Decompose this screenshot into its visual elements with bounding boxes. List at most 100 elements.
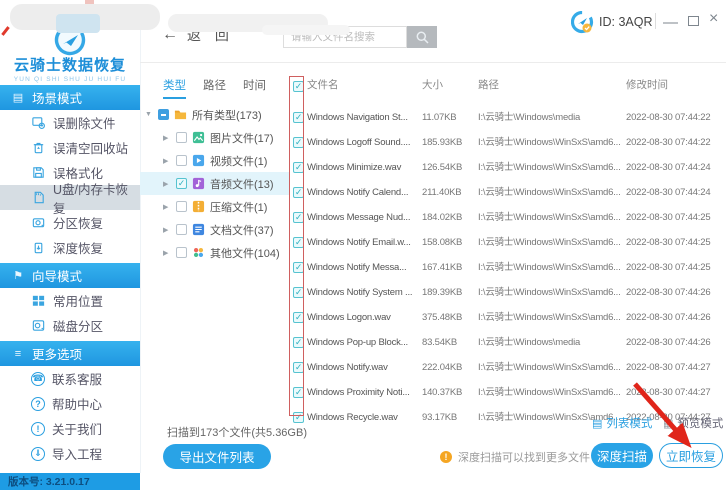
- sidebar-item-import-project[interactable]: ⇓导入工程: [0, 441, 140, 466]
- list-mode-icon: ▤: [592, 417, 602, 430]
- sidebar-item-disk-partitions[interactable]: 磁盘分区: [0, 313, 140, 338]
- tree-item[interactable]: ▶图片文件(17): [140, 126, 290, 149]
- file-mtime-cell: 2022-08-30 07:44:26: [626, 280, 726, 305]
- tree-checkbox[interactable]: [158, 109, 169, 120]
- import-icon: ⇓: [31, 447, 45, 461]
- recover-now-button[interactable]: 立即恢复: [659, 443, 723, 468]
- file-path-cell: I:\云骑士\Windows\WinSxS\amd6...: [478, 130, 620, 155]
- minimize-icon[interactable]: —: [663, 15, 678, 30]
- preview-mode-icon: ▦: [663, 417, 673, 430]
- row-checkbox[interactable]: ✓: [293, 287, 304, 298]
- deep-scan-button[interactable]: 深度扫描: [591, 443, 653, 468]
- table-row[interactable]: ✓Windows Notify Calend...211.40KBI:\云骑士\…: [288, 180, 726, 205]
- table-row[interactable]: ✓Windows Pop-up Block...83.54KBI:\云骑士\Wi…: [288, 330, 726, 355]
- sidebar-item-common-locations[interactable]: 常用位置: [0, 288, 140, 313]
- tree-checkbox[interactable]: [176, 201, 187, 212]
- sidebar-item-contact-support[interactable]: ☎联系客服: [0, 366, 140, 391]
- tree-item[interactable]: ▶视频文件(1): [140, 149, 290, 172]
- row-checkbox[interactable]: ✓: [293, 412, 304, 423]
- table-row[interactable]: ✓Windows Logon.wav375.48KBI:\云骑士\Windows…: [288, 305, 726, 330]
- file-path-cell: I:\云骑士\Windows\WinSxS\amd6...: [478, 280, 620, 305]
- sidebar-item-about-us[interactable]: !关于我们: [0, 416, 140, 441]
- row-checkbox[interactable]: ✓: [293, 212, 304, 223]
- file-size-cell: 140.37KB: [422, 380, 474, 405]
- row-checkbox[interactable]: ✓: [293, 112, 304, 123]
- row-checkbox[interactable]: ✓: [293, 387, 304, 398]
- chevron-right-icon[interactable]: ▶: [163, 157, 171, 165]
- chevron-right-icon[interactable]: ▶: [163, 226, 171, 234]
- sidebar-section-more-options: ≡更多选项: [0, 341, 140, 366]
- tree-checkbox[interactable]: [176, 247, 187, 258]
- format-disk-icon: [31, 165, 46, 180]
- tab-time[interactable]: 时间: [243, 77, 266, 99]
- tree-checkbox[interactable]: ✓: [176, 178, 187, 189]
- help-icon: ?: [31, 397, 45, 411]
- search-icon: [415, 30, 430, 45]
- export-file-list-button[interactable]: 导出文件列表: [163, 444, 271, 469]
- file-size-cell: 11.07KB: [422, 105, 474, 130]
- sidebar-item-usb-sdcard-recovery[interactable]: U盘/内存卡恢复: [0, 185, 140, 210]
- table-row[interactable]: ✓Windows Notify System ...189.39KBI:\云骑士…: [288, 280, 726, 305]
- file-mtime-cell: 2022-08-30 07:44:26: [626, 305, 726, 330]
- preview-mode-toggle[interactable]: ▦ 预览模式: [663, 415, 723, 431]
- row-checkbox[interactable]: ✓: [293, 312, 304, 323]
- tab-path[interactable]: 路径: [203, 77, 226, 99]
- file-size-cell: 184.02KB: [422, 205, 474, 230]
- file-path-cell: I:\云骑士\Windows\media: [478, 105, 620, 130]
- row-checkbox[interactable]: ✓: [293, 137, 304, 148]
- deep-scan-tip: ! 深度扫描可以找到更多文件: [440, 449, 590, 465]
- file-size-cell: 189.39KB: [422, 280, 474, 305]
- select-all-checkbox[interactable]: ✓: [293, 81, 304, 92]
- chevron-right-icon[interactable]: ▶: [163, 203, 171, 211]
- tree-item[interactable]: ▶文档文件(37): [140, 218, 290, 241]
- folder-icon: [174, 108, 187, 121]
- list-mode-toggle[interactable]: ▤ 列表模式: [592, 415, 652, 431]
- sidebar-item-recycle-bin-recovery[interactable]: 误清空回收站: [0, 135, 140, 160]
- video-icon: [192, 154, 205, 167]
- user-id-label: ID: 3AQR: [599, 15, 653, 29]
- scene-icon: ▤: [11, 91, 25, 104]
- tree-checkbox[interactable]: [176, 155, 187, 166]
- chevron-right-icon[interactable]: ▶: [163, 134, 171, 142]
- row-checkbox[interactable]: ✓: [293, 162, 304, 173]
- sidebar-item-help-center[interactable]: ?帮助中心: [0, 391, 140, 416]
- file-name-cell: Windows Notify.wav: [307, 355, 417, 380]
- chevron-right-icon[interactable]: ▶: [163, 249, 171, 257]
- row-checkbox[interactable]: ✓: [293, 262, 304, 273]
- tab-type[interactable]: 类型: [163, 77, 186, 99]
- table-row[interactable]: ✓Windows Notify Email.w...158.08KBI:\云骑士…: [288, 230, 726, 255]
- table-row[interactable]: ✓Windows Notify.wav222.04KBI:\云骑士\Window…: [288, 355, 726, 380]
- row-checkbox[interactable]: ✓: [293, 237, 304, 248]
- phone-icon: ☎: [31, 372, 45, 386]
- file-size-cell: 167.41KB: [422, 255, 474, 280]
- close-icon[interactable]: ×: [709, 11, 718, 27]
- table-row[interactable]: ✓Windows Recycle.wav93.17KBI:\云骑士\Window…: [288, 405, 726, 430]
- header-file-name: 文件名: [307, 77, 417, 92]
- table-row[interactable]: ✓Windows Notify Messa...167.41KBI:\云骑士\W…: [288, 255, 726, 280]
- row-checkbox[interactable]: ✓: [293, 187, 304, 198]
- chevron-right-icon[interactable]: ▶: [163, 180, 171, 188]
- search-button[interactable]: [407, 26, 437, 48]
- tree-item[interactable]: ▶✓音频文件(13): [140, 172, 290, 195]
- chevron-down-icon[interactable]: ▼: [145, 111, 153, 118]
- warning-icon: !: [440, 451, 452, 463]
- table-row[interactable]: ✓Windows Message Nud...184.02KBI:\云骑士\Wi…: [288, 205, 726, 230]
- table-row[interactable]: ✓Windows Navigation St...11.07KBI:\云骑士\W…: [288, 105, 726, 130]
- tree-item[interactable]: ▶压缩文件(1): [140, 195, 290, 218]
- row-checkbox[interactable]: ✓: [293, 337, 304, 348]
- table-row[interactable]: ✓Windows Logoff Sound....185.93KBI:\云骑士\…: [288, 130, 726, 155]
- sidebar-item-deep-recovery[interactable]: 深度恢复: [0, 235, 140, 260]
- sidebar-item-deleted-file-recovery[interactable]: 误删除文件: [0, 110, 140, 135]
- row-checkbox[interactable]: ✓: [293, 362, 304, 373]
- tree-item[interactable]: ▶其他文件(104): [140, 241, 290, 264]
- file-path-cell: I:\云骑士\Windows\WinSxS\amd6...: [478, 305, 620, 330]
- table-rows: ✓Windows Navigation St...11.07KBI:\云骑士\W…: [288, 105, 726, 430]
- tree-item[interactable]: ▼所有类型(173): [140, 103, 290, 126]
- tree-checkbox[interactable]: [176, 132, 187, 143]
- table-row[interactable]: ✓Windows Minimize.wav126.54KBI:\云骑士\Wind…: [288, 155, 726, 180]
- recycle-bin-icon: [31, 140, 46, 155]
- table-row[interactable]: ✓Windows Proximity Noti...140.37KBI:\云骑士…: [288, 380, 726, 405]
- file-mtime-cell: 2022-08-30 07:44:22: [626, 105, 726, 130]
- maximize-icon[interactable]: [688, 16, 699, 26]
- tree-checkbox[interactable]: [176, 224, 187, 235]
